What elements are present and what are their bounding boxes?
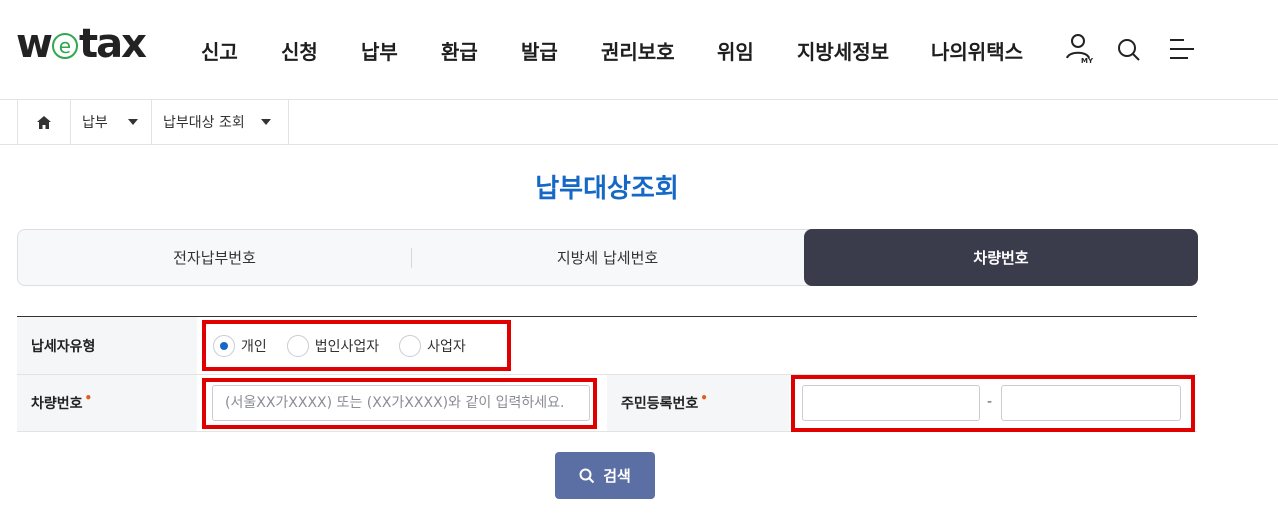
page-title: 납부대상조회 — [535, 174, 679, 204]
breadcrumb: 납부 납부대상 조회 — [0, 100, 1278, 145]
taxpayer-type-row: 납세자유형 개인 법인사업자 사업자 — [17, 317, 1197, 375]
breadcrumb-home[interactable] — [17, 100, 71, 144]
taxpayer-type-label-text: 납세자유형 — [31, 338, 96, 355]
radio-corporate-business-dot[interactable] — [286, 335, 309, 357]
radio-corporate-business[interactable]: 법인사업자 — [286, 335, 380, 357]
radio-business[interactable]: 사업자 — [399, 335, 466, 357]
tab-electronic-payment-number[interactable]: 전자납부번호 — [18, 229, 411, 286]
search-button[interactable]: 검색 — [555, 452, 655, 499]
nav-item-delegation[interactable]: 위임 — [717, 36, 754, 65]
resident-number-label: 주민등록번호 • — [607, 375, 789, 431]
radio-individual-label: 개인 — [241, 339, 267, 355]
chevron-down-icon — [127, 119, 138, 125]
required-mark: • — [84, 391, 93, 405]
nav-item-report[interactable]: 신고 — [201, 36, 238, 65]
breadcrumb-level1-label: 납부 — [82, 115, 108, 131]
tab-local-tax-number[interactable]: 지방세 납세번호 — [411, 229, 804, 286]
nav-item-apply[interactable]: 신청 — [281, 36, 318, 65]
logo-tax: tax — [78, 21, 147, 67]
search-form: 납세자유형 개인 법인사업자 사업자 차량번호• 주민등록번호• - — [17, 316, 1197, 432]
radio-individual-dot[interactable] — [213, 335, 235, 357]
chevron-down-icon — [260, 119, 271, 125]
vehicle-number-label-text: 차량번호 — [31, 396, 83, 412]
required-mark: • — [700, 391, 708, 405]
vehicle-number-label: 차량번호 • — [17, 375, 197, 431]
search-icon[interactable] — [1115, 32, 1145, 66]
resident-number-label-text: 주민등록번호 — [621, 396, 699, 412]
my-label: MY — [1081, 57, 1094, 65]
nav-item-refund[interactable]: 환급 — [441, 36, 478, 65]
tab-vehicle-number[interactable]: 차량번호 — [804, 229, 1198, 286]
nav-item-my-wetax[interactable]: 나의위택스 — [931, 36, 1023, 65]
home-icon — [37, 115, 51, 129]
site-header: w e tax 신고 신청 납부 환급 발급 권리보호 위임 지방세정보 나의위택스… — [0, 0, 1278, 100]
my-page-icon[interactable]: MY — [1064, 32, 1094, 66]
vehicle-number-input[interactable] — [212, 385, 590, 421]
nav-item-issue[interactable]: 발급 — [521, 36, 558, 65]
resident-number-back-input[interactable] — [1001, 385, 1181, 421]
radio-business-label: 사업자 — [427, 339, 466, 355]
taxpayer-type-radios: 개인 법인사업자 사업자 — [213, 317, 486, 375]
breadcrumb-level2[interactable]: 납부대상 조회 — [152, 100, 289, 144]
logo-w: w — [16, 21, 53, 67]
breadcrumb-level2-label: 납부대상 조회 — [163, 115, 245, 131]
resident-number-front-input[interactable] — [802, 385, 980, 421]
search-icon — [579, 468, 595, 483]
resident-number-separator: - — [987, 394, 993, 410]
nav-item-local-tax-info[interactable]: 지방세정보 — [797, 36, 889, 65]
menu-icon[interactable] — [1167, 32, 1197, 66]
nav-item-rights[interactable]: 권리보호 — [601, 36, 675, 65]
radio-individual[interactable]: 개인 — [213, 335, 267, 357]
logo-e-circle: e — [51, 33, 78, 59]
lookup-type-tabs: 전자납부번호 지방세 납세번호 차량번호 — [17, 229, 1198, 286]
nav-item-payment[interactable]: 납부 — [361, 36, 398, 65]
breadcrumb-level1[interactable]: 납부 — [71, 100, 152, 144]
wetax-logo[interactable]: w e tax — [16, 21, 147, 67]
vehicle-resident-row: 차량번호• 주민등록번호• - — [17, 375, 1197, 432]
radio-corporate-business-label: 법인사업자 — [314, 339, 380, 355]
radio-business-dot[interactable] — [399, 335, 422, 357]
search-button-label: 검색 — [603, 467, 631, 485]
taxpayer-type-label: 납세자유형 — [17, 317, 197, 374]
